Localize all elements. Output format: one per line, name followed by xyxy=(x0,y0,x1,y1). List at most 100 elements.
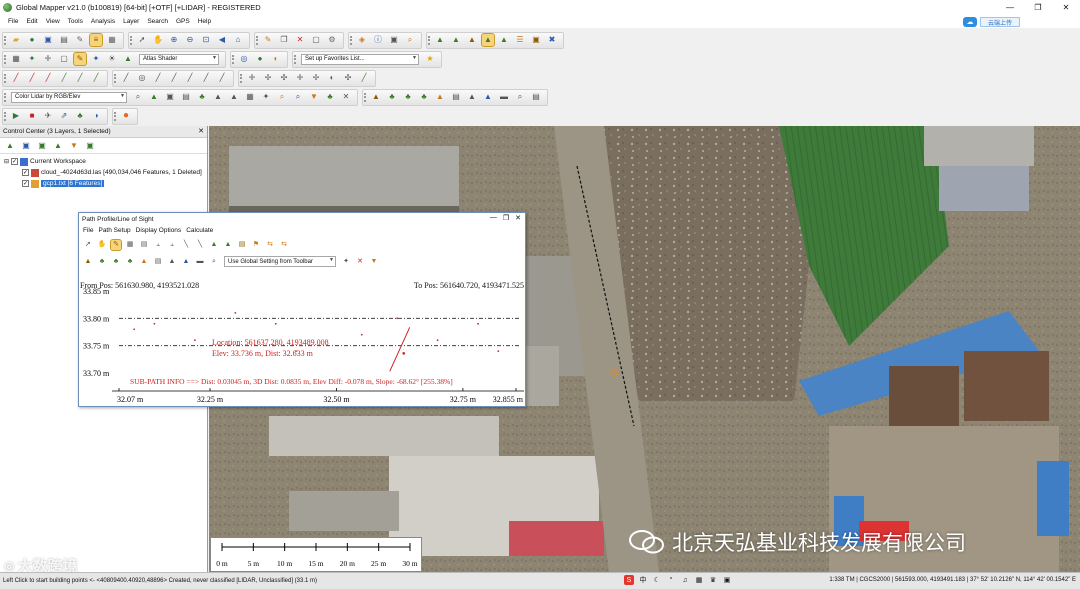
gps-link-icon[interactable]: ⇗ xyxy=(58,110,70,122)
pp-tree-icon[interactable]: ♣ xyxy=(125,257,135,267)
join-icon[interactable]: ╱ xyxy=(168,72,180,84)
menu-tools[interactable]: Tools xyxy=(68,18,83,25)
layer-up-icon[interactable]: ▲ xyxy=(52,140,64,152)
classify-bridge-icon[interactable]: ▤ xyxy=(530,91,542,103)
profile-chart[interactable]: From Pos: 561630.980, 4193521.028 To Pos… xyxy=(79,280,525,407)
layer-checkbox[interactable]: ✓ xyxy=(22,169,29,176)
overview-icon[interactable]: ▦ xyxy=(106,34,118,46)
zoom-out-icon[interactable]: ⊖ xyxy=(184,34,196,46)
smooth-icon[interactable]: ╱ xyxy=(200,72,212,84)
vegetation-icon[interactable]: ♣ xyxy=(196,91,208,103)
pp-water-icon[interactable]: ▲ xyxy=(181,257,191,267)
ime-punct-icon[interactable]: ° xyxy=(666,575,676,585)
ime-skin-icon[interactable]: ♛ xyxy=(708,575,718,585)
minimize-button[interactable]: — xyxy=(996,0,1024,14)
online-data-icon[interactable]: ● xyxy=(254,53,266,65)
vertex-icon[interactable]: ╱ xyxy=(120,72,132,84)
classify-wire-icon[interactable]: ▤ xyxy=(450,91,462,103)
pp-road-icon[interactable]: ▬ xyxy=(195,257,205,267)
refresh-icon[interactable]: ◐ xyxy=(270,53,282,65)
back-icon[interactable]: ◀ xyxy=(216,34,228,46)
building-icon[interactable]: ▲ xyxy=(212,91,224,103)
classify-mark-icon[interactable]: ⌕ xyxy=(514,91,526,103)
zoom-box-icon[interactable]: ⊡ xyxy=(200,34,212,46)
line-tool-2-icon[interactable]: ╱ xyxy=(26,72,38,84)
menu-search[interactable]: Search xyxy=(147,18,168,25)
layer-metadata-icon[interactable]: ▣ xyxy=(20,140,32,152)
align-icon[interactable]: ✛ xyxy=(294,72,306,84)
view-shed-icon[interactable]: ▲ xyxy=(498,34,510,46)
pp-los-icon[interactable]: ▤ xyxy=(139,240,149,250)
move-vertex-icon[interactable]: ✛ xyxy=(246,72,258,84)
contour-icon[interactable]: ▲ xyxy=(450,34,462,46)
lidar-filter-icon[interactable]: ⌕ xyxy=(132,91,144,103)
pp-grid-icon[interactable]: ▦ xyxy=(125,240,135,250)
grid-icon[interactable]: ▦ xyxy=(10,53,22,65)
tree-node-lidar-layer[interactable]: ✓ cloud_-4024d63d.las [490,034,046 Featu… xyxy=(0,167,207,178)
wrench-icon[interactable]: ✎ xyxy=(74,34,86,46)
ime-keyboard-icon[interactable]: ▦ xyxy=(694,575,704,585)
path-profile-maximize-button[interactable]: ❐ xyxy=(503,214,509,222)
settings-icon[interactable]: ⚙ xyxy=(326,34,338,46)
thin-icon[interactable]: ✦ xyxy=(260,91,272,103)
pp-ground-icon[interactable]: ▲ xyxy=(83,257,93,267)
select-icon[interactable]: ▢ xyxy=(58,53,70,65)
gps-track-icon[interactable]: ✈ xyxy=(42,110,54,122)
close-button[interactable]: ✕ xyxy=(1052,0,1080,14)
pp-tool-icon[interactable]: ✦ xyxy=(341,257,351,267)
pp-arrow-icon[interactable]: ⇆ xyxy=(265,240,275,250)
pp-pole-icon[interactable]: ▲ xyxy=(167,257,177,267)
classify-pole-icon[interactable]: ▲ xyxy=(466,91,478,103)
stop-icon[interactable]: ■ xyxy=(26,110,38,122)
pp-global-setting-select[interactable]: Use Global Setting from Toolbar ▼ xyxy=(224,256,336,267)
home-icon[interactable]: ⌂ xyxy=(232,34,244,46)
classify-water-icon[interactable]: ▲ xyxy=(482,91,494,103)
open-folder-icon[interactable]: ▰ xyxy=(10,34,22,46)
area-tool-2-icon[interactable]: ╱ xyxy=(74,72,86,84)
ime-moon-icon[interactable]: ☾ xyxy=(652,575,662,585)
noise-icon[interactable]: ▲ xyxy=(228,91,240,103)
terrain-icon[interactable]: ▲ xyxy=(434,34,446,46)
menu-analysis[interactable]: Analysis xyxy=(91,18,115,25)
search-icon[interactable]: ⌕ xyxy=(404,34,416,46)
classify-ground-icon[interactable]: ▲ xyxy=(370,91,382,103)
pointer-icon[interactable]: ➚ xyxy=(136,34,148,46)
pp-veg2-icon[interactable]: ♣ xyxy=(111,257,121,267)
web-icon[interactable]: ◎ xyxy=(238,53,250,65)
play-icon[interactable]: ▶ xyxy=(10,110,22,122)
print-icon[interactable]: ▤ xyxy=(58,34,70,46)
layer-close-icon[interactable]: ▣ xyxy=(84,140,96,152)
pp-cut-icon[interactable]: ⫠ xyxy=(167,240,177,250)
layer-add-icon[interactable]: ▲ xyxy=(4,140,16,152)
pp-menu-calculate[interactable]: Calculate xyxy=(186,227,213,234)
area-tool-icon[interactable]: ╱ xyxy=(58,72,70,84)
pp-select-icon[interactable]: ➚ xyxy=(83,240,93,250)
shader-active-icon[interactable]: ✎ xyxy=(73,52,87,66)
globe-icon[interactable]: ● xyxy=(26,34,38,46)
tree-node-workspace[interactable]: ⊟ ✓ Current Workspace xyxy=(0,156,207,167)
shade-icon[interactable]: ▲ xyxy=(122,53,134,65)
buffer-icon[interactable]: ◐ xyxy=(326,72,338,84)
pp-menu-display-options[interactable]: Display Options xyxy=(136,227,182,234)
offset-icon[interactable]: ╱ xyxy=(216,72,228,84)
shader-select[interactable]: Atlas Shader ▼ xyxy=(139,53,219,65)
path-profile-icon[interactable]: ▲ xyxy=(481,33,495,47)
pp-filter-icon[interactable]: ▼ xyxy=(369,257,379,267)
lidar-color-select[interactable]: Color Lidar by RGB/Elev ▼ xyxy=(11,91,127,103)
gps-route-icon[interactable]: ◑ xyxy=(90,110,102,122)
gps-mark-icon[interactable]: ♣ xyxy=(74,110,86,122)
volume-icon[interactable]: ☰ xyxy=(514,34,526,46)
pp-line-icon[interactable]: ╲ xyxy=(181,240,191,250)
funnel-icon[interactable]: ▼ xyxy=(308,91,320,103)
maximize-button[interactable]: ❐ xyxy=(1024,0,1052,14)
menu-gps[interactable]: GPS xyxy=(176,18,190,25)
move-icon[interactable]: ✛ xyxy=(42,53,54,65)
split-icon[interactable]: ╱ xyxy=(152,72,164,84)
tools-icon[interactable]: ✖ xyxy=(546,34,558,46)
cloud-upload-button[interactable]: ☁ 云端上传 xyxy=(962,16,1020,28)
pp-building-icon[interactable]: ▲ xyxy=(139,257,149,267)
rubber-sheet-icon[interactable]: ✢ xyxy=(310,72,322,84)
collapse-icon[interactable]: ⊟ xyxy=(4,158,9,165)
3d-view-icon[interactable]: ▣ xyxy=(530,34,542,46)
pp-split-icon[interactable]: ⫠ xyxy=(153,240,163,250)
